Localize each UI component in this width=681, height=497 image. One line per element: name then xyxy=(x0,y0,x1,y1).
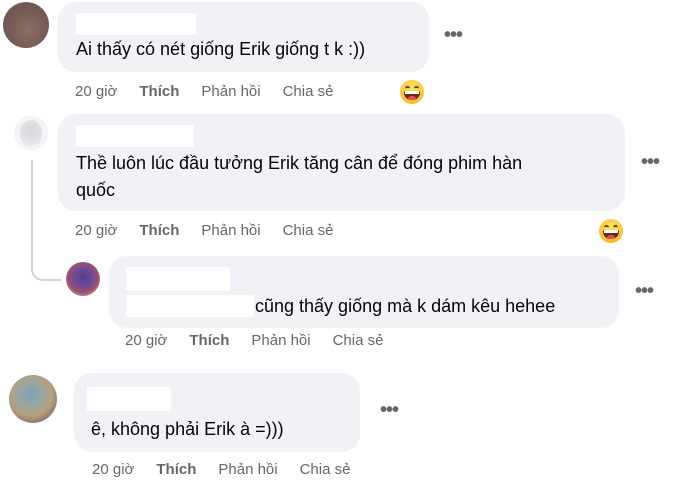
comment-actions: 20 giờ Thích Phản hồi Chia sẻ xyxy=(75,83,355,100)
comment-actions: 20 giờ Thích Phản hồi Chia sẻ xyxy=(125,332,405,349)
comment-text: Thề luôn lúc đầu tưởng Erik tăng cân để … xyxy=(76,153,523,173)
reply-button[interactable]: Phản hồi xyxy=(218,461,277,478)
timestamp-link[interactable]: 20 giờ xyxy=(75,83,117,100)
comment-text: quốc xyxy=(76,180,116,200)
redacted-name[interactable] xyxy=(126,267,230,291)
more-options-icon[interactable]: ••• xyxy=(641,152,660,172)
haha-reaction-icon[interactable] xyxy=(400,80,424,104)
share-button[interactable]: Chia sẻ xyxy=(283,222,334,239)
comment-text: cũng thấy giống mà k dám kêu hehee xyxy=(255,296,556,316)
timestamp-link[interactable]: 20 giờ xyxy=(92,461,134,478)
haha-reaction-icon[interactable] xyxy=(599,219,623,243)
reply-button[interactable]: Phản hồi xyxy=(201,83,260,100)
reply-thread-line xyxy=(31,160,61,281)
comment-text: ê, không phải Erik à =))) xyxy=(91,419,284,439)
reply-button[interactable]: Phản hồi xyxy=(201,222,260,239)
like-button[interactable]: Thích xyxy=(139,222,179,239)
redacted-mention[interactable] xyxy=(126,295,254,317)
timestamp-link[interactable]: 20 giờ xyxy=(125,332,167,349)
comment-text: Ai thấy có nét giống Erik giống t k :)) xyxy=(76,39,366,59)
commenter-avatar[interactable] xyxy=(14,116,48,150)
reply-button[interactable]: Phản hồi xyxy=(251,332,310,349)
redacted-name[interactable] xyxy=(76,125,194,147)
commenter-avatar[interactable] xyxy=(9,375,57,423)
like-button[interactable]: Thích xyxy=(189,332,229,349)
like-button[interactable]: Thích xyxy=(156,461,196,478)
timestamp-link[interactable]: 20 giờ xyxy=(75,222,117,239)
commenter-avatar[interactable] xyxy=(3,2,49,48)
comment-actions: 20 giờ Thích Phản hồi Chia sẻ xyxy=(75,222,355,239)
redacted-name[interactable] xyxy=(76,13,196,35)
share-button[interactable]: Chia sẻ xyxy=(333,332,384,349)
commenter-avatar[interactable] xyxy=(66,262,100,296)
redacted-name[interactable] xyxy=(87,387,171,411)
more-options-icon[interactable]: ••• xyxy=(635,281,654,301)
comment-actions: 20 giờ Thích Phản hồi Chia sẻ xyxy=(92,461,372,478)
more-options-icon[interactable]: ••• xyxy=(380,400,399,420)
more-options-icon[interactable]: ••• xyxy=(444,25,463,45)
share-button[interactable]: Chia sẻ xyxy=(283,83,334,100)
share-button[interactable]: Chia sẻ xyxy=(300,461,351,478)
like-button[interactable]: Thích xyxy=(139,83,179,100)
